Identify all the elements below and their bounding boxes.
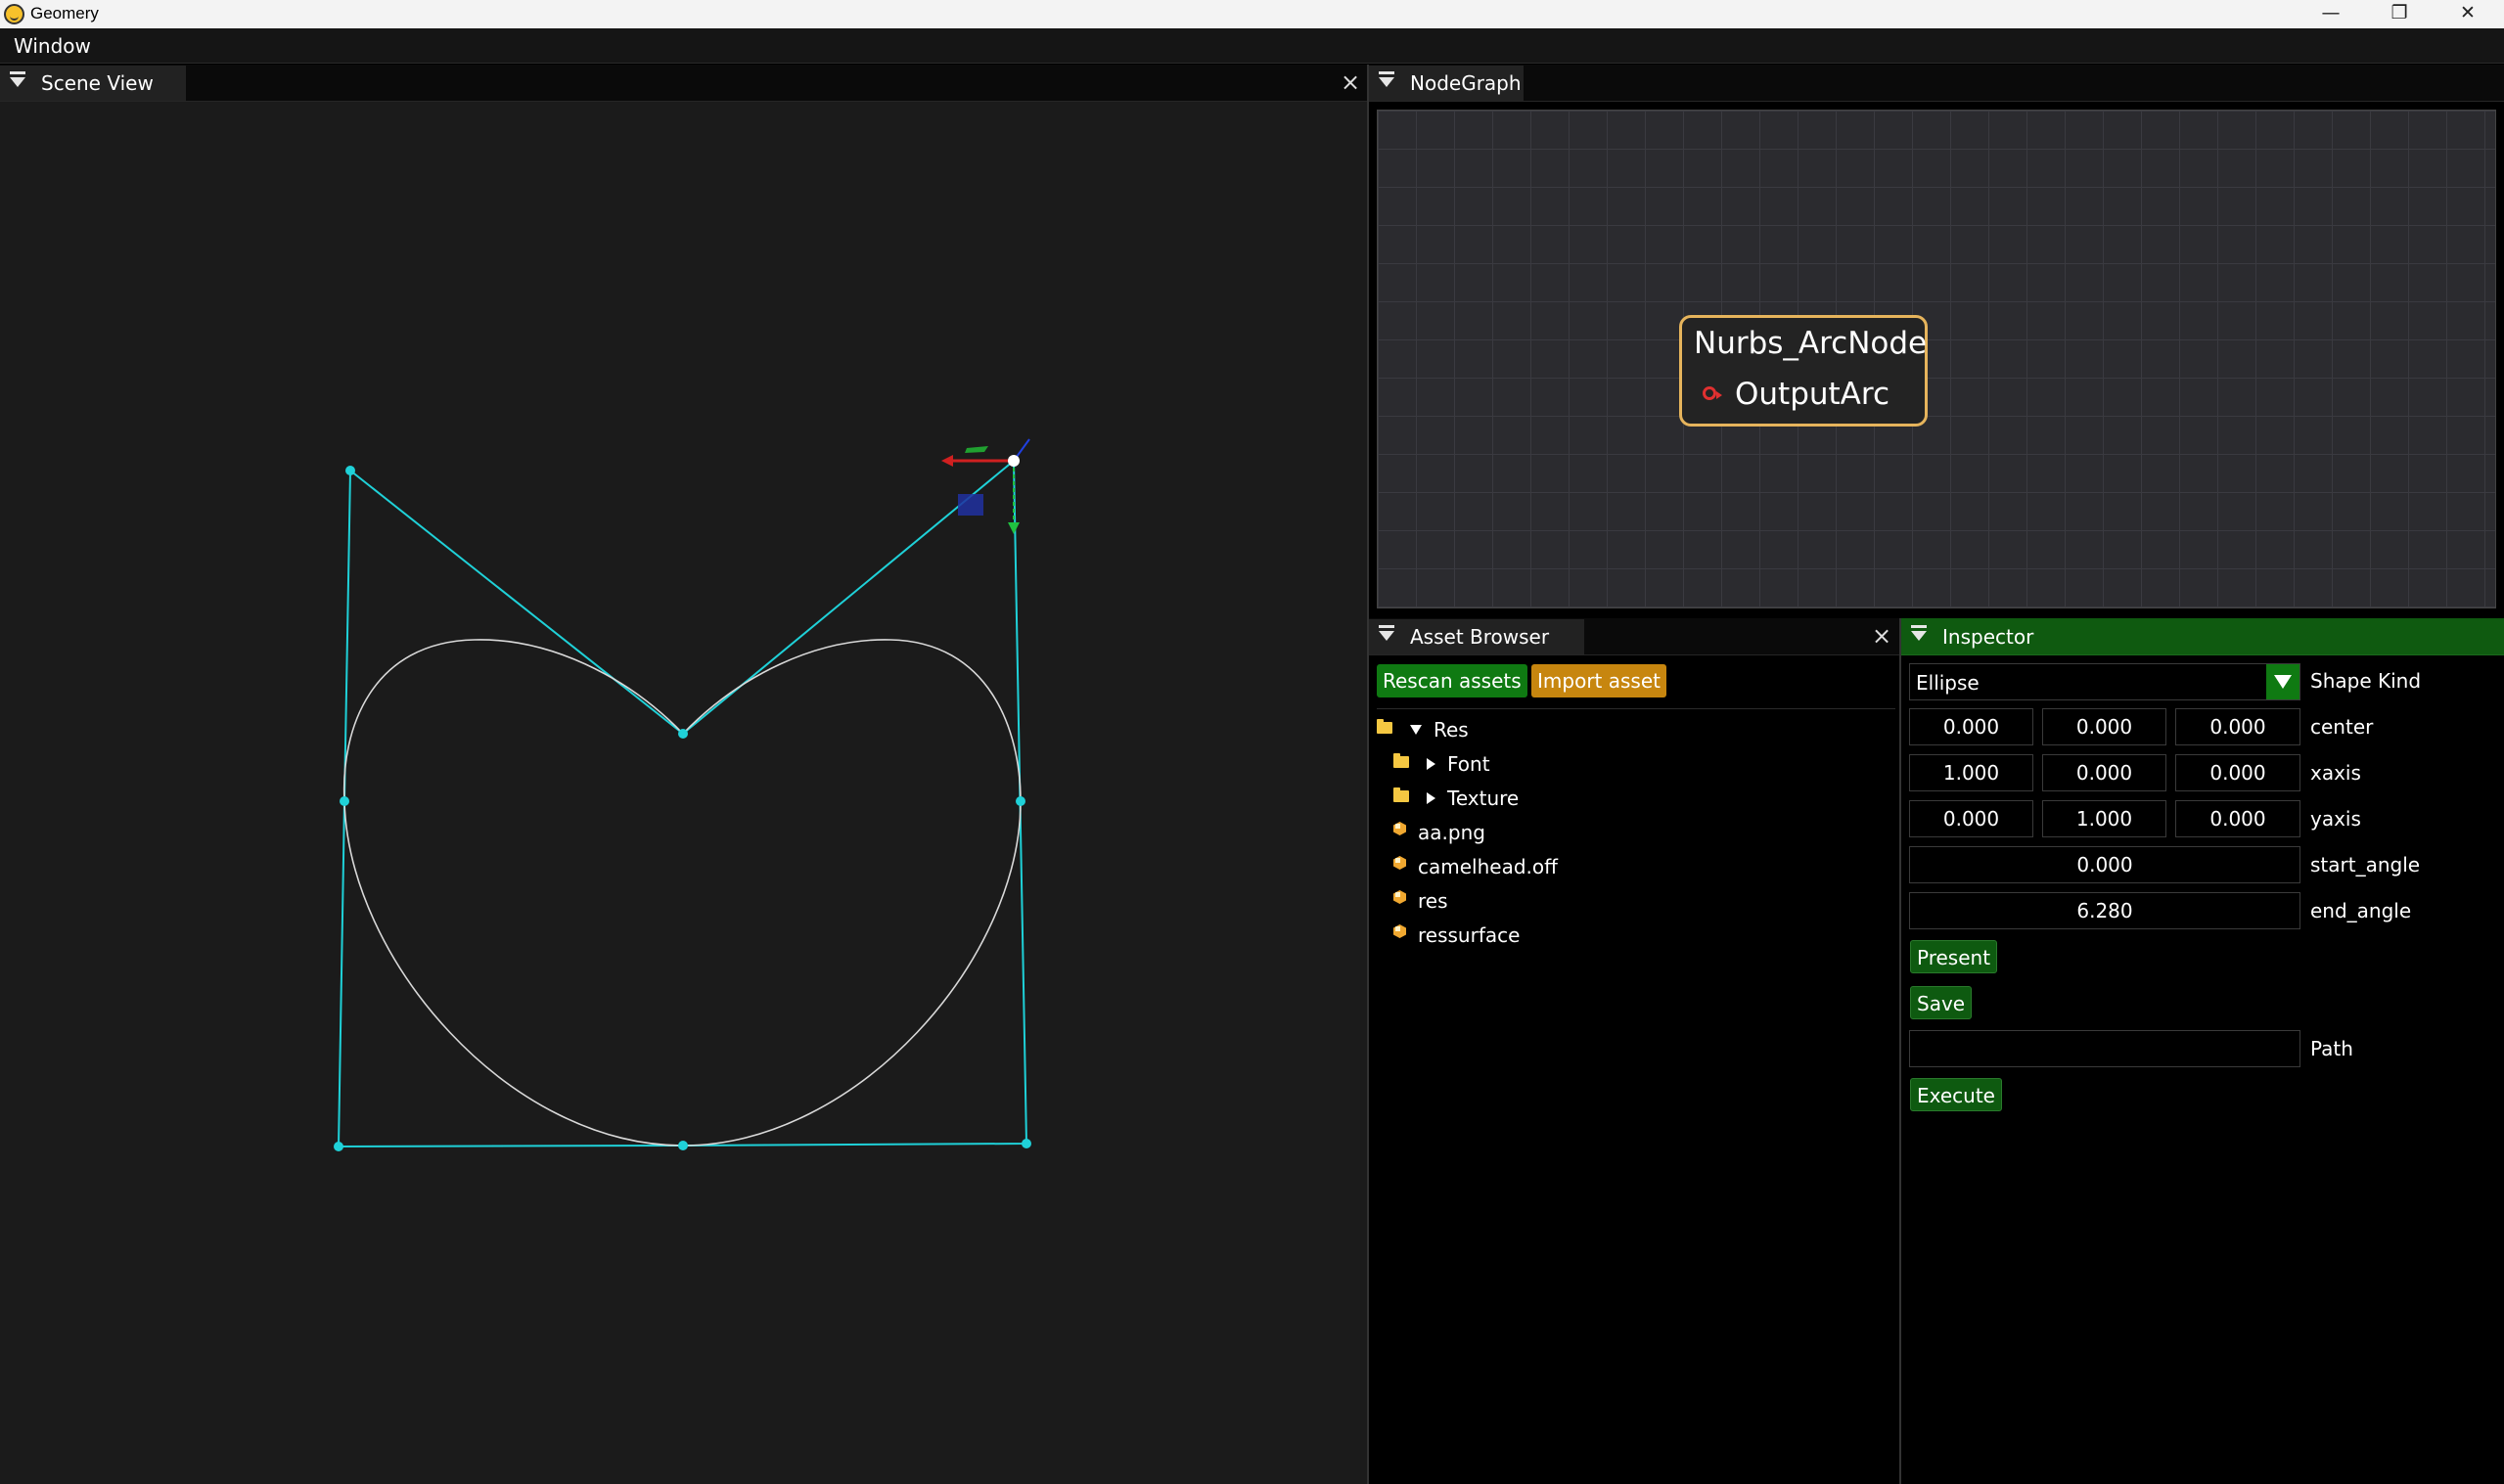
- collapse-icon[interactable]: [1379, 71, 1394, 87]
- path-input[interactable]: [1909, 1030, 2300, 1067]
- tree-label: Res: [1434, 718, 1469, 742]
- import-asset-button[interactable]: Import asset: [1531, 664, 1666, 697]
- xaxis-label: xaxis: [2310, 761, 2361, 785]
- control-point: [1022, 1139, 1031, 1148]
- control-point: [345, 466, 355, 475]
- center-label: center: [2310, 715, 2374, 739]
- xaxis-z-field[interactable]: 0.000: [2175, 754, 2300, 791]
- tab-inspector[interactable]: Inspector: [1901, 619, 2058, 654]
- scene-svg[interactable]: [0, 102, 1367, 1484]
- shape-kind-label: Shape Kind: [2310, 669, 2422, 693]
- center-x-field[interactable]: 0.000: [1909, 708, 2033, 745]
- tree-label: Texture: [1447, 787, 1520, 810]
- tree-label: aa.png: [1418, 821, 1485, 844]
- collapse-icon[interactable]: [1379, 625, 1394, 641]
- yaxis-x-field[interactable]: 0.000: [1909, 800, 2033, 837]
- shape-kind-select[interactable]: Ellipse: [1909, 663, 2300, 700]
- minimize-icon[interactable]: —: [2297, 0, 2365, 28]
- folder-icon: [1393, 787, 1409, 802]
- nodegraph-canvas[interactable]: [1377, 110, 2496, 608]
- scene-view-header: Scene View ×: [0, 65, 1367, 102]
- inspector-header: Inspector: [1901, 618, 2504, 655]
- nurbs-curve: [342, 639, 1022, 1147]
- asset-browser-panel: [1369, 656, 1899, 1484]
- transform-gizmo: [941, 438, 1030, 534]
- end-angle-field[interactable]: 6.280: [1909, 892, 2300, 929]
- save-button[interactable]: Save: [1910, 986, 1973, 1019]
- rescan-assets-button[interactable]: Rescan assets: [1377, 664, 1527, 697]
- yaxis-z-field[interactable]: 0.000: [2175, 800, 2300, 837]
- center-y-field[interactable]: 0.000: [2042, 708, 2166, 745]
- divider: [1377, 708, 1895, 709]
- asset-browser-title: Asset Browser: [1410, 625, 1550, 649]
- control-point: [1016, 796, 1025, 806]
- control-point: [678, 729, 688, 739]
- present-button[interactable]: Present: [1910, 940, 1998, 973]
- collapsed-arrow-icon[interactable]: [1427, 758, 1435, 770]
- output-pin-label: OutputArc: [1735, 377, 1889, 412]
- control-point: [678, 1141, 688, 1150]
- inspector-title: Inspector: [1942, 625, 2034, 649]
- close-icon[interactable]: ×: [1868, 622, 1895, 650]
- close-icon[interactable]: ×: [1337, 68, 1364, 96]
- collapse-icon[interactable]: [10, 71, 25, 87]
- menu-window[interactable]: Window: [14, 34, 91, 58]
- scene-view-canvas[interactable]: [0, 102, 1367, 1484]
- end-angle-label: end_angle: [2310, 899, 2412, 922]
- collapse-icon[interactable]: [1911, 625, 1927, 641]
- tree-label: res: [1418, 889, 1448, 913]
- folder-icon: [1393, 753, 1409, 768]
- control-point: [334, 1142, 343, 1151]
- control-point: [340, 796, 349, 806]
- yaxis-y-field[interactable]: 1.000: [2042, 800, 2166, 837]
- collapsed-arrow-icon[interactable]: [1427, 792, 1435, 804]
- tree-label: camelhead.off: [1418, 855, 1558, 878]
- scene-view-title: Scene View: [41, 71, 154, 95]
- start-angle-label: start_angle: [2310, 853, 2421, 877]
- dropdown-arrow-icon[interactable]: [2266, 664, 2299, 699]
- window-title: Geomery: [30, 4, 99, 22]
- close-window-icon[interactable]: ✕: [2434, 0, 2502, 28]
- folder-icon: [1377, 719, 1392, 734]
- output-pin-icon[interactable]: [1703, 386, 1722, 400]
- graph-node[interactable]: Nurbs_ArcNode OutputArc: [1679, 315, 1928, 427]
- tab-asset-browser[interactable]: Asset Browser: [1369, 619, 1584, 654]
- yaxis-label: yaxis: [2310, 807, 2361, 831]
- center-z-field[interactable]: 0.000: [2175, 708, 2300, 745]
- start-angle-field[interactable]: 0.000: [1909, 846, 2300, 883]
- execute-button[interactable]: Execute: [1910, 1078, 2002, 1111]
- expand-arrow-icon[interactable]: [1410, 725, 1422, 735]
- control-points: [334, 456, 1031, 1151]
- asset-browser-header: Asset Browser ×: [1369, 618, 1899, 655]
- tree-label: Font: [1447, 752, 1490, 776]
- restore-icon[interactable]: ❐: [2365, 0, 2434, 28]
- xaxis-x-field[interactable]: 1.000: [1909, 754, 2033, 791]
- tree-label: ressurface: [1418, 923, 1521, 947]
- window-title-bar: Geomery — ❐ ✕: [0, 0, 2504, 28]
- node-title: Nurbs_ArcNode: [1694, 326, 1928, 361]
- control-polygon: [337, 458, 1028, 1148]
- menu-bar: Window: [0, 28, 2504, 64]
- path-label: Path: [2310, 1037, 2353, 1060]
- shape-kind-value: Ellipse: [1916, 671, 1980, 695]
- app-icon: [4, 4, 24, 24]
- nodegraph-header: NodeGraph: [1369, 65, 2504, 102]
- xaxis-y-field[interactable]: 0.000: [2042, 754, 2166, 791]
- nodegraph-title: NodeGraph: [1410, 71, 1522, 95]
- tab-nodegraph[interactable]: NodeGraph: [1369, 66, 1524, 101]
- tab-scene-view[interactable]: Scene View: [0, 66, 186, 101]
